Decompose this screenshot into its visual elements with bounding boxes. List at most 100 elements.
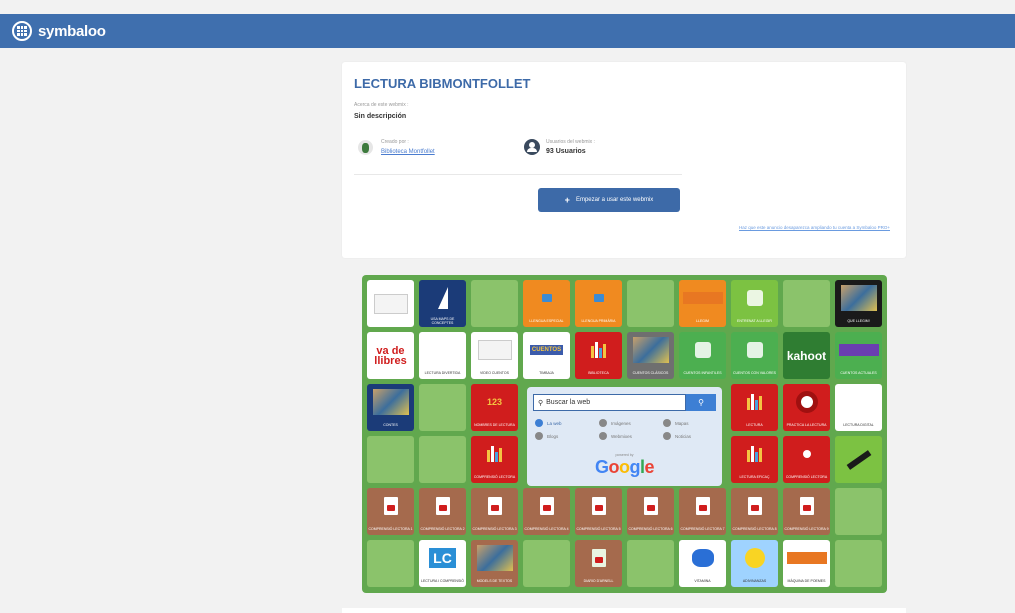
webmix-tile[interactable]: LLEGIM bbox=[679, 280, 726, 327]
webmix-tile[interactable]: COMPRENSIÓ LECTORA bbox=[471, 436, 518, 483]
tile-label: LECTURA DIGITAL bbox=[843, 422, 874, 427]
search-engine-option[interactable]: Mapas bbox=[663, 419, 723, 427]
webmix-tile[interactable]: COMPRENSIÓ LECTORA 6 bbox=[627, 488, 674, 535]
collage-icon bbox=[471, 540, 518, 575]
webmix-tile[interactable]: CUENTOS ACTUALES bbox=[835, 332, 882, 379]
webmix-tile[interactable]: COMPRENSIÓ LECTORA 8 bbox=[731, 488, 778, 535]
webmix-tile[interactable]: ADIVINANZAS bbox=[731, 540, 778, 587]
search-input-icon: ⚲ bbox=[538, 399, 544, 407]
webmix-tile[interactable]: LECTURA EFICAÇ bbox=[731, 436, 778, 483]
users-label: Usuarios del webmix : bbox=[546, 139, 595, 145]
webmix-tile[interactable]: CUENTOS CLÁSICOS bbox=[627, 332, 674, 379]
webmix-tile[interactable]: VIDEO CUENTOS bbox=[471, 332, 518, 379]
search-engine-option[interactable]: La web bbox=[535, 419, 599, 427]
webmix-tile[interactable]: COMPRENSIÓ LECTORA 9 bbox=[783, 488, 830, 535]
webmix-tile[interactable]: LECTURA DIGITAL bbox=[835, 384, 882, 431]
tile-label: CUENTOS INFANTILES bbox=[683, 370, 722, 375]
tile-logo-text: va de llibres bbox=[374, 344, 407, 367]
webmix-tile[interactable]: MÀQUINA DE POEMES bbox=[783, 540, 830, 587]
empty-tile[interactable] bbox=[627, 540, 674, 587]
book-icon bbox=[575, 280, 622, 315]
tile-label: MODELS DE TEXTOS bbox=[476, 578, 513, 583]
webmix-tile[interactable]: CUENTOS TIMBAJA bbox=[523, 332, 570, 379]
webmix-tile[interactable]: COMPRENSIÓ LECTORA 5 bbox=[575, 488, 622, 535]
cuentos-icon: CUENTOS bbox=[523, 332, 570, 367]
brand-name[interactable]: symbaloo bbox=[38, 23, 106, 40]
webmix-tile[interactable]: BIBLIOTECA bbox=[575, 332, 622, 379]
webmix-tile[interactable]: COMPRENSIÓ LECTORA 4 bbox=[523, 488, 570, 535]
search-engine-option[interactable]: Blogs bbox=[535, 432, 599, 440]
webmix-tile[interactable]: COMPRENSIÓ LECTORA 2 bbox=[419, 488, 466, 535]
empty-tile[interactable] bbox=[783, 280, 830, 327]
doc-icon bbox=[783, 488, 830, 523]
webmix-tile[interactable]: LLENGUA PRIMÀRIA bbox=[575, 280, 622, 327]
search-button[interactable]: ⚲ bbox=[686, 394, 716, 411]
empty-tile[interactable] bbox=[367, 540, 414, 587]
tile-logo-text: LC bbox=[429, 547, 456, 568]
dot-icon bbox=[783, 436, 830, 471]
symbaloo-logo-icon[interactable] bbox=[12, 21, 32, 41]
empty-tile[interactable] bbox=[367, 436, 414, 483]
webmix-tile[interactable]: COMPRENSIÓ LECTORA bbox=[783, 436, 830, 483]
webmix-tile[interactable]: COMPRENSIÓ LECTORA 3 bbox=[471, 488, 518, 535]
search-engine-option[interactable]: Webmixes bbox=[599, 432, 663, 440]
cuentos-logo-icon bbox=[731, 332, 778, 367]
tile-label: COMPRENSIÓ LECTORA 3 bbox=[472, 526, 517, 531]
webmix-tile[interactable]: CUENTOS CON VALORES bbox=[731, 332, 778, 379]
plus-icon: + bbox=[564, 195, 570, 205]
google-letter: o bbox=[618, 457, 630, 477]
search-engine-option[interactable]: Imágenes bbox=[599, 419, 663, 427]
webmix-tile[interactable]: COMPRENSIÓ LECTORA 7 bbox=[679, 488, 726, 535]
webmix-tile[interactable]: QUE LLEGIM! bbox=[835, 280, 882, 327]
search-engine-option[interactable]: Noticias bbox=[663, 432, 723, 440]
webmix-tile[interactable] bbox=[367, 280, 414, 327]
empty-tile[interactable] bbox=[419, 436, 466, 483]
webmix-tile[interactable]: USA MAPS DE CONCEPTES bbox=[419, 280, 466, 327]
webmix-tile[interactable]: PRACTICA LA LECTURA bbox=[783, 384, 830, 431]
webmix-tile[interactable]: MODELS DE TEXTOS bbox=[471, 540, 518, 587]
webmix-tile[interactable]: va de llibres bbox=[367, 332, 414, 379]
description-value: Sin descripción bbox=[354, 113, 407, 120]
webmix-tile[interactable]: VITAMINA bbox=[679, 540, 726, 587]
tile-label: LECTURA I COMPRENSIÓ bbox=[421, 578, 464, 583]
tile-label: DIARIO D'ARNELL bbox=[583, 578, 614, 583]
page-title: LECTURA BIBMONTFOLLET bbox=[354, 76, 531, 91]
webmix-tile[interactable]: DIARIO D'ARNELL bbox=[575, 540, 622, 587]
doc-icon bbox=[627, 488, 674, 523]
start-webmix-button[interactable]: + Empezar a usar este webmix bbox=[538, 188, 680, 212]
upgrade-pro-link[interactable]: Haz que este anuncio desaparezca amplian… bbox=[702, 225, 890, 231]
empty-tile[interactable] bbox=[523, 540, 570, 587]
purple-banner-icon bbox=[835, 332, 882, 367]
webmix-tile[interactable]: LECTURA DIVERTIDA bbox=[419, 332, 466, 379]
tile-grid: USA MAPS DE CONCEPTES LLENGUA ESPECIAL LLE… bbox=[367, 280, 882, 587]
webmix-grid: USA MAPS DE CONCEPTES LLENGUA ESPECIAL LLE… bbox=[362, 275, 887, 593]
empty-tile[interactable] bbox=[419, 384, 466, 431]
tile-label: COMPRENSIÓ LECTORA 5 bbox=[576, 526, 621, 531]
sailboat-icon bbox=[419, 280, 466, 315]
webmix-tile[interactable]: CUENTOS INFANTILES bbox=[679, 332, 726, 379]
books-icon bbox=[471, 436, 518, 471]
empty-tile[interactable] bbox=[627, 280, 674, 327]
empty-tile[interactable] bbox=[835, 540, 882, 587]
creator-link[interactable]: Biblioteca Montfollet bbox=[381, 149, 435, 155]
webmix-tile[interactable]: LLENGUA ESPECIAL bbox=[523, 280, 570, 327]
webmix-tile[interactable]: COMPRENSIÓ LECTORA 1 bbox=[367, 488, 414, 535]
webmix-tile[interactable] bbox=[835, 436, 882, 483]
search-input[interactable]: ⚲ Buscar la web bbox=[533, 394, 686, 411]
tile-label: LECTURA EFICAÇ bbox=[739, 474, 770, 479]
webmix-tile[interactable]: ENTRENAT A LLEGIR bbox=[731, 280, 778, 327]
webmix-tile[interactable]: LC LECTURA I COMPRENSIÓ bbox=[419, 540, 466, 587]
tile-label: LLEGIM bbox=[696, 318, 709, 323]
empty-tile[interactable] bbox=[835, 488, 882, 535]
empty-tile[interactable] bbox=[471, 280, 518, 327]
engine-radio-icon bbox=[535, 432, 543, 440]
users-info: Usuarios del webmix : 93 Usuarios bbox=[524, 139, 595, 155]
splash-icon bbox=[679, 540, 726, 575]
webmix-tile[interactable]: LECTURA bbox=[731, 384, 778, 431]
webmix-tile[interactable]: CONTES bbox=[367, 384, 414, 431]
webmix-tile[interactable]: kahoot bbox=[783, 332, 830, 379]
vade-icon: va de llibres bbox=[367, 332, 414, 379]
tile-label: BIBLIOTECA bbox=[588, 370, 609, 375]
engine-radio-icon bbox=[663, 432, 671, 440]
webmix-tile[interactable]: 123 NOMBRES DE LECTURA bbox=[471, 384, 518, 431]
